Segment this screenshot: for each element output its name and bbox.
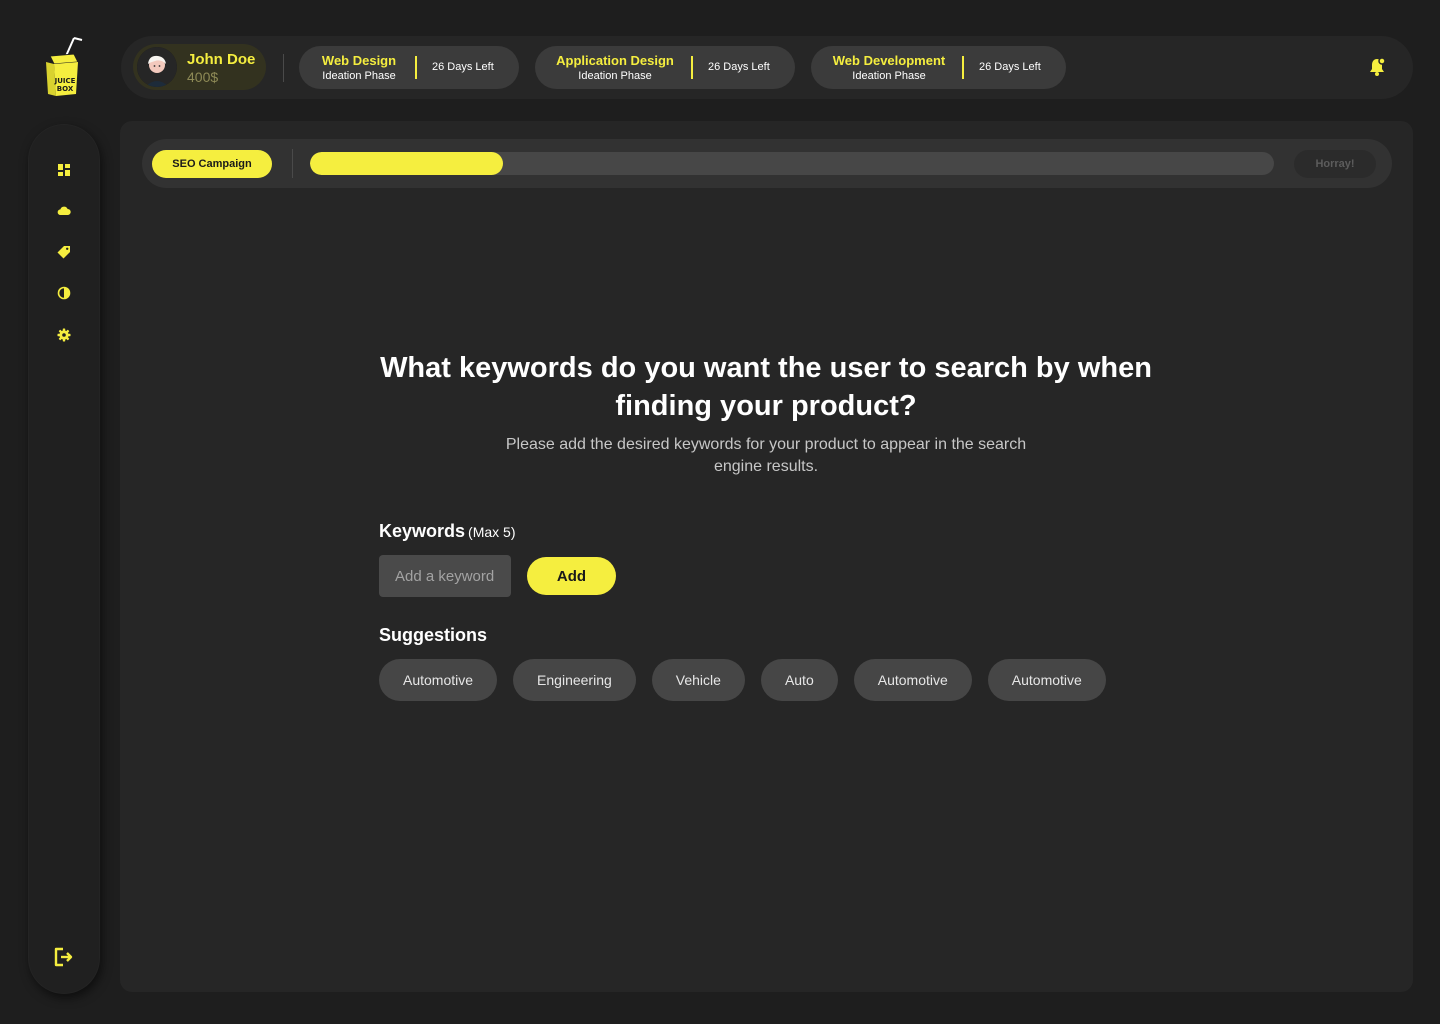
question-subheading: Please add the desired keywords for your…: [505, 436, 1027, 475]
horray-badge: Horray!: [1294, 150, 1376, 178]
tag-icon[interactable]: [55, 243, 73, 261]
project-title: Web Design: [321, 53, 397, 68]
keyword-input[interactable]: [379, 555, 511, 597]
project-web-development[interactable]: Web Development Ideation Phase 26 Days L…: [811, 46, 1066, 89]
juice-box-logo: JUICE BOX: [40, 36, 86, 98]
project-days-left: 26 Days Left: [708, 61, 770, 73]
suggestion-chip[interactable]: Engineering: [513, 659, 636, 701]
progress-track: [310, 152, 1274, 175]
keywords-title: Keywords: [379, 521, 466, 541]
project-separator: [415, 56, 417, 79]
suggestion-chip[interactable]: Vehicle: [651, 659, 745, 701]
main-panel: SEO Campaign Horray! What keywords do yo…: [120, 121, 1413, 992]
cloud-icon[interactable]: [55, 202, 73, 220]
project-title: Web Development: [832, 53, 946, 68]
project-web-design[interactable]: Web Design Ideation Phase 26 Days Left: [299, 46, 519, 89]
svg-text:BOX: BOX: [57, 85, 74, 93]
campaign-progress-bar: SEO Campaign Horray!: [142, 139, 1392, 188]
campaign-label[interactable]: SEO Campaign: [152, 150, 272, 178]
progress-fill: [310, 152, 503, 175]
user-name: John Doe: [187, 51, 256, 68]
project-days-left: 26 Days Left: [979, 61, 1041, 73]
project-phase: Ideation Phase: [578, 70, 652, 82]
user-balance: 400$: [187, 69, 219, 85]
contrast-icon[interactable]: [55, 284, 73, 302]
avatar: [137, 47, 177, 87]
suggestions-label: Suggestions: [379, 625, 488, 645]
svg-text:JUICE: JUICE: [54, 77, 76, 85]
add-keyword-button[interactable]: Add: [527, 557, 616, 595]
sidebar: [28, 124, 100, 994]
keywords-max-note: (Max 5): [468, 524, 516, 540]
suggestion-chip[interactable]: Automotive: [379, 659, 498, 701]
project-phase: Ideation Phase: [852, 70, 926, 82]
project-separator: [962, 56, 964, 79]
suggestion-chips: Automotive Engineering Vehicle Auto Automoti…: [379, 659, 1106, 701]
project-title: Application Design: [556, 53, 674, 68]
suggestion-chip[interactable]: Automotive: [853, 659, 972, 701]
question-heading: What keywords do you want the user to se…: [380, 352, 1152, 422]
divider: [283, 54, 284, 82]
divider: [292, 149, 293, 178]
project-days-left: 26 Days Left: [432, 61, 494, 73]
project-separator: [691, 56, 693, 79]
suggestion-chip[interactable]: Automotive: [987, 659, 1106, 701]
project-application-design[interactable]: Application Design Ideation Phase 26 Day…: [535, 46, 795, 89]
user-profile[interactable]: John Doe 400$: [133, 44, 266, 90]
keywords-label: Keywords (Max 5): [379, 521, 515, 542]
project-phase: Ideation Phase: [322, 70, 396, 82]
bell-icon[interactable]: [1367, 57, 1387, 77]
logout-icon[interactable]: [52, 946, 74, 968]
suggestion-chip[interactable]: Auto: [760, 659, 838, 701]
dashboard-icon[interactable]: [55, 161, 73, 179]
top-bar: John Doe 400$ Web Design Ideation Phase …: [121, 36, 1413, 99]
gear-icon[interactable]: [55, 326, 73, 344]
